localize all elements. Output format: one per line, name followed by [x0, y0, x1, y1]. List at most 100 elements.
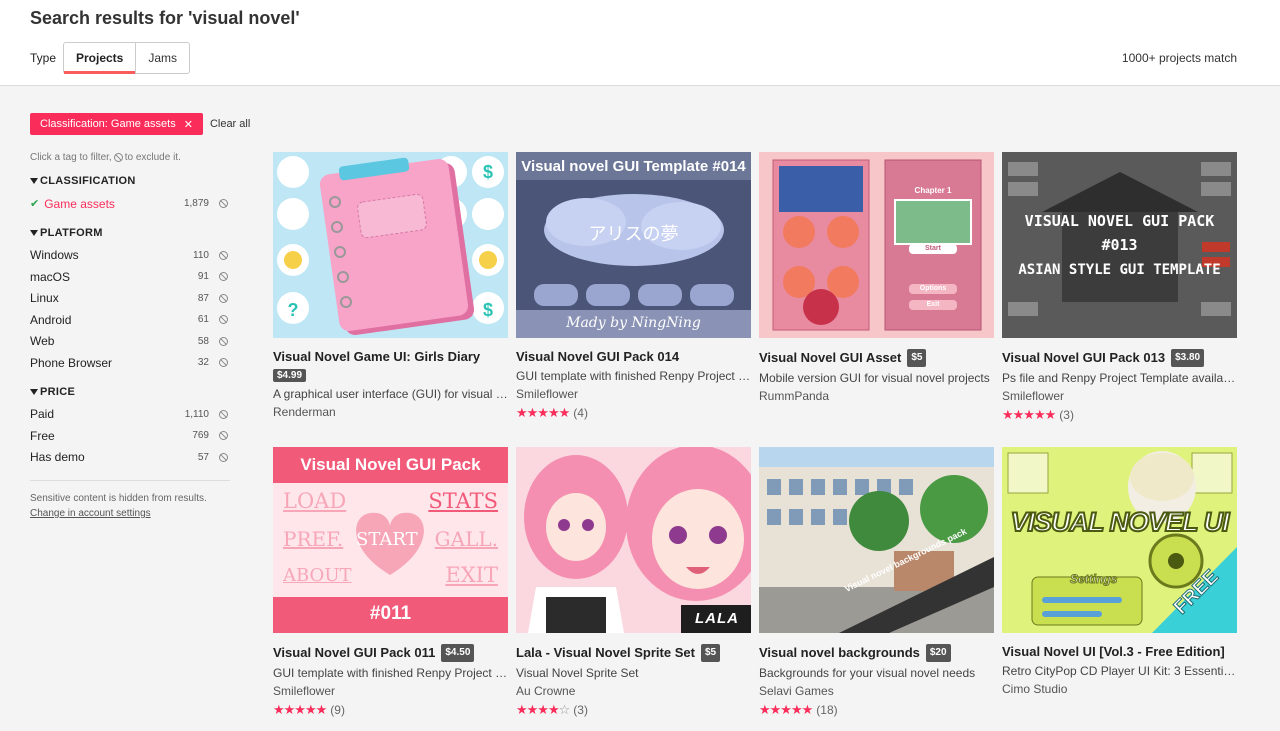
tab-jams[interactable]: Jams: [136, 43, 189, 73]
retro-ui-illustration: [1002, 447, 1237, 633]
exclude-icon: [113, 153, 123, 162]
svg-text:$: $: [483, 162, 493, 182]
thumb-title: Visual Novel GUI Pack: [300, 455, 481, 474]
card-title-text: Visual Novel GUI Pack 014: [516, 349, 680, 364]
filter-item-count: 1,879: [183, 198, 209, 210]
svg-text:$: $: [483, 300, 493, 320]
filter-item-phone-browser[interactable]: Phone Browser 32: [30, 352, 230, 374]
collapse-triangle-icon: [30, 388, 38, 395]
exclude-icon[interactable]: [219, 250, 228, 260]
price-badge: $5: [907, 349, 927, 367]
card-thumbnail[interactable]: Visual novel backgrounds pack: [759, 447, 994, 633]
exclude-icon[interactable]: [219, 358, 228, 368]
game-card[interactable]: VISUAL NOVEL GUI PACK #013 ASIAN STYLE G…: [1002, 152, 1237, 423]
card-thumbnail[interactable]: VISUAL NOVEL UI Settings FREE: [1002, 447, 1237, 633]
filter-item-linux[interactable]: Linux 87: [30, 288, 230, 310]
thumb-footer: Mady by NingNing: [566, 315, 701, 331]
game-card[interactable]: $ $ ? Visual Novel Game UI: Girls Diary …: [273, 152, 508, 419]
exclude-icon[interactable]: [219, 199, 228, 209]
exclude-icon[interactable]: [219, 409, 228, 419]
filter-item-macos[interactable]: macOS 91: [30, 266, 230, 288]
account-settings-link[interactable]: Change in account settings: [30, 508, 151, 519]
card-author[interactable]: Selavi Games: [759, 684, 994, 698]
filter-item-count: 57: [197, 451, 209, 463]
filter-item-label: Windows: [30, 248, 79, 263]
star-rating-icon: ★★★★☆: [516, 702, 570, 717]
card-author[interactable]: Renderman: [273, 405, 508, 419]
game-card[interactable]: Visual Novel GUI Pack LOAD STATS PREF. S…: [273, 447, 508, 718]
thumb-title: Visual novel GUI Template #014: [521, 158, 746, 175]
game-card[interactable]: Chapter 1 Start Options Exit Visual Nove…: [759, 152, 994, 403]
section-title[interactable]: PRICE: [30, 386, 230, 398]
thumb-settings: Settings: [1069, 572, 1118, 587]
card-description: Backgrounds for your visual novel needs: [759, 666, 976, 680]
filter-item-web[interactable]: Web 58: [30, 331, 230, 353]
filter-item-paid[interactable]: Paid 1,110: [30, 404, 230, 426]
card-title[interactable]: Visual Novel GUI Pack 014: [516, 349, 751, 365]
card-author[interactable]: RummPanda: [759, 389, 994, 403]
thumb-about: ABOUT: [283, 565, 352, 586]
exclude-icon[interactable]: [219, 272, 228, 282]
thumb-line-1: VISUAL NOVEL GUI PACK: [1024, 212, 1215, 230]
card-title-text: Visual Novel GUI Pack 011: [273, 645, 436, 660]
filter-item-windows[interactable]: Windows 110: [30, 245, 230, 267]
tab-projects[interactable]: Projects: [64, 43, 137, 74]
section-title[interactable]: PLATFORM: [30, 227, 230, 239]
card-title[interactable]: Visual Novel GUI Asset $5: [759, 349, 994, 367]
section-title[interactable]: CLASSIFICATION: [30, 175, 230, 187]
card-thumbnail[interactable]: Visual Novel GUI Pack LOAD STATS PREF. S…: [273, 447, 508, 633]
game-card[interactable]: VISUAL NOVEL UI Settings FREE Visual Nov…: [1002, 447, 1237, 696]
thumb-line-3: ASIAN STYLE GUI TEMPLATE: [1018, 262, 1221, 278]
clear-all-link[interactable]: Clear all: [210, 118, 250, 130]
card-title[interactable]: Visual Novel UI [Vol.3 - Free Edition]: [1002, 644, 1237, 660]
active-filter-label: Classification: Game assets: [40, 118, 176, 130]
card-title[interactable]: Lala - Visual Novel Sprite Set $5: [516, 644, 751, 662]
hint-text: Click a tag to filter,: [30, 152, 112, 163]
card-author[interactable]: Smileflower: [273, 684, 508, 698]
active-filter-tag[interactable]: Classification: Game assets ✕: [30, 113, 203, 135]
card-title[interactable]: Visual Novel Game UI: Girls Diary: [273, 349, 508, 365]
card-author[interactable]: Smileflower: [516, 387, 751, 401]
card-title-text: Visual Novel Game UI: Girls Diary: [273, 349, 481, 364]
filter-item-android[interactable]: Android 61: [30, 309, 230, 331]
close-icon[interactable]: ✕: [184, 118, 193, 131]
card-author[interactable]: Au Crowne: [516, 684, 751, 698]
filter-item-free[interactable]: Free 769: [30, 425, 230, 447]
rating-count: (18): [816, 703, 838, 717]
card-title[interactable]: Visual Novel GUI Pack 013 $3.80: [1002, 349, 1237, 367]
card-thumbnail[interactable]: LALA: [516, 447, 751, 633]
filter-item-count: 87: [197, 292, 209, 304]
card-title[interactable]: Visual novel backgrounds $20: [759, 644, 994, 662]
card-thumbnail[interactable]: Visual novel GUI Template #014 アリスの夢 Mad…: [516, 152, 751, 338]
exclude-icon[interactable]: [219, 431, 228, 441]
rating-count: (4): [573, 406, 588, 420]
rating-count: (3): [573, 703, 588, 717]
filter-item-label: Has demo: [30, 450, 85, 465]
filter-item-count: 91: [197, 271, 209, 283]
filter-item-has-demo[interactable]: Has demo 57: [30, 447, 230, 469]
game-card[interactable]: LALA Lala - Visual Novel Sprite Set $5 V…: [516, 447, 751, 718]
card-thumbnail[interactable]: $ $ ?: [273, 152, 508, 338]
card-description: Ps file and Renpy Project Template avail…: [1002, 371, 1237, 385]
card-thumbnail[interactable]: Chapter 1 Start Options Exit: [759, 152, 994, 338]
card-author[interactable]: Cimo Studio: [1002, 682, 1237, 696]
card-author[interactable]: Smileflower: [1002, 389, 1237, 403]
exclude-icon[interactable]: [219, 452, 228, 462]
game-card[interactable]: Visual novel backgrounds pack Visual nov…: [759, 447, 994, 718]
sensitive-note: Sensitive content is hidden from results…: [30, 491, 230, 521]
exclude-icon[interactable]: [219, 315, 228, 325]
game-card[interactable]: Visual novel GUI Template #014 アリスの夢 Mad…: [516, 152, 751, 421]
card-description: A graphical user interface (GUI) for vis…: [273, 387, 508, 401]
card-title[interactable]: Visual Novel GUI Pack 011 $4.50: [273, 644, 508, 662]
card-description: GUI template with finished Renpy Project…: [516, 369, 751, 383]
filter-item-count: 61: [197, 314, 209, 326]
thumb-options: Options: [919, 285, 947, 292]
filter-item-count: 1,110: [184, 408, 209, 420]
filter-item-game-assets[interactable]: ✔ Game assets 1,879: [30, 193, 230, 215]
exclude-icon[interactable]: [219, 293, 228, 303]
card-thumbnail[interactable]: VISUAL NOVEL GUI PACK #013 ASIAN STYLE G…: [1002, 152, 1237, 338]
exclude-icon[interactable]: [219, 336, 228, 346]
card-title-text: Visual Novel UI [Vol.3 - Free Edition]: [1002, 644, 1225, 659]
search-header: Search results for 'visual novel' Type P…: [0, 0, 1280, 86]
card-title-text: Visual Novel GUI Asset: [759, 350, 902, 365]
